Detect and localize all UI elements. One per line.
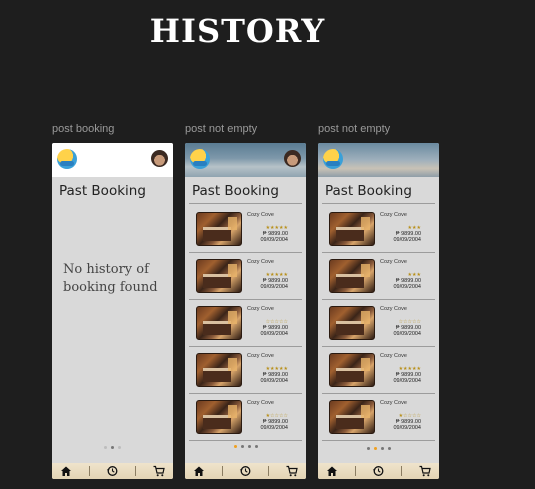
- home-icon[interactable]: [326, 465, 338, 477]
- booking-item[interactable]: Cozy Cove ★★★★★ ₱ 9899.00 09/09/2004: [189, 347, 302, 394]
- phone-screen-empty: Past Booking No history of booking found: [52, 143, 173, 479]
- section-title: Past Booking: [59, 183, 146, 199]
- avatar[interactable]: [284, 150, 301, 167]
- room-thumbnail: [329, 400, 375, 434]
- page-dot[interactable]: [373, 447, 377, 450]
- page-dot[interactable]: [240, 445, 244, 448]
- room-thumbnail: [329, 353, 375, 387]
- cart-icon[interactable]: [419, 465, 431, 477]
- booking-date: 09/09/2004: [393, 425, 421, 431]
- page-indicator: [185, 445, 306, 448]
- history-icon[interactable]: [239, 465, 251, 477]
- page-dot[interactable]: [104, 446, 107, 449]
- booking-date: 09/09/2004: [260, 237, 288, 243]
- page-dot[interactable]: [111, 446, 114, 449]
- booking-name: Cozy Cove: [380, 353, 407, 359]
- frame-label-empty: post booking: [52, 123, 115, 135]
- phone-screen-list-1: Past Booking Cozy Cove ★★★★★ ₱ 9899.00 0…: [185, 143, 306, 479]
- booking-item[interactable]: Cozy Cove ★★★ ₱ 9899.00 09/09/2004: [322, 253, 435, 300]
- booking-date: 09/09/2004: [260, 425, 288, 431]
- section-title: Past Booking: [192, 183, 279, 199]
- booking-name: Cozy Cove: [247, 353, 274, 359]
- booking-name: Cozy Cove: [380, 212, 407, 218]
- booking-list: Cozy Cove ★★★ ₱ 9899.00 09/09/2004 Cozy …: [318, 204, 439, 441]
- booking-date: 09/09/2004: [393, 378, 421, 384]
- page-dot[interactable]: [380, 447, 384, 450]
- nav-divider: [354, 466, 356, 476]
- page-dot[interactable]: [254, 445, 258, 448]
- phone-screen-list-2: Past Booking Cozy Cove ★★★ ₱ 9899.00 09/…: [318, 143, 439, 479]
- booking-date: 09/09/2004: [260, 378, 288, 384]
- nav-divider: [401, 466, 403, 476]
- booking-name: Cozy Cove: [247, 259, 274, 265]
- room-thumbnail: [196, 353, 242, 387]
- bottom-nav: [185, 463, 306, 479]
- history-icon[interactable]: [106, 465, 118, 477]
- booking-list: Cozy Cove ★★★★★ ₱ 9899.00 09/09/2004 Coz…: [185, 204, 306, 441]
- booking-item[interactable]: Cozy Cove ★★★★★ ₱ 9899.00 09/09/2004: [322, 347, 435, 394]
- booking-item[interactable]: Cozy Cove ★★★★★ ₱ 9899.00 09/09/2004: [189, 206, 302, 253]
- bottom-nav: [52, 463, 173, 479]
- empty-message: No history of booking found: [63, 262, 158, 295]
- frame-label-list-2: post not empty: [318, 123, 391, 135]
- booking-item[interactable]: Cozy Cove ☆☆☆☆☆ ₱ 9899.00 09/09/2004: [322, 300, 435, 347]
- booking-item[interactable]: Cozy Cove ★☆☆☆☆ ₱ 9899.00 09/09/2004: [322, 394, 435, 441]
- page-dot[interactable]: [247, 445, 251, 448]
- booking-name: Cozy Cove: [247, 400, 274, 406]
- app-header: [185, 143, 306, 177]
- home-icon[interactable]: [193, 465, 205, 477]
- booking-date: 09/09/2004: [260, 284, 288, 290]
- room-thumbnail: [329, 259, 375, 293]
- booking-name: Cozy Cove: [380, 306, 407, 312]
- cart-icon[interactable]: [286, 465, 298, 477]
- history-icon[interactable]: [372, 465, 384, 477]
- page-indicator: [318, 447, 439, 450]
- app-logo-icon[interactable]: [323, 149, 343, 169]
- page-dot[interactable]: [118, 446, 121, 449]
- booking-date: 09/09/2004: [393, 284, 421, 290]
- nav-divider: [88, 466, 90, 476]
- booking-item[interactable]: Cozy Cove ★★★★★ ₱ 9899.00 09/09/2004: [189, 253, 302, 300]
- page-dot[interactable]: [387, 447, 391, 450]
- booking-name: Cozy Cove: [380, 400, 407, 406]
- room-thumbnail: [329, 212, 375, 246]
- room-thumbnail: [196, 212, 242, 246]
- booking-item[interactable]: Cozy Cove ★★★ ₱ 9899.00 09/09/2004: [322, 206, 435, 253]
- app-logo-icon[interactable]: [190, 149, 210, 169]
- room-thumbnail: [196, 306, 242, 340]
- bottom-nav: [318, 463, 439, 479]
- section-title: Past Booking: [325, 183, 412, 199]
- room-thumbnail: [196, 259, 242, 293]
- room-thumbnail: [196, 400, 242, 434]
- home-icon[interactable]: [60, 465, 72, 477]
- booking-name: Cozy Cove: [380, 259, 407, 265]
- nav-divider: [221, 466, 223, 476]
- avatar[interactable]: [151, 150, 168, 167]
- app-header: [318, 143, 439, 177]
- booking-name: Cozy Cove: [247, 212, 274, 218]
- page-dot[interactable]: [233, 445, 237, 448]
- page-title: HISTORY: [149, 12, 326, 50]
- booking-date: 09/09/2004: [393, 331, 421, 337]
- booking-date: 09/09/2004: [260, 331, 288, 337]
- booking-date: 09/09/2004: [393, 237, 421, 243]
- booking-item[interactable]: Cozy Cove ★☆☆☆☆ ₱ 9899.00 09/09/2004: [189, 394, 302, 441]
- page-indicator: [52, 446, 173, 449]
- page-dot[interactable]: [366, 447, 370, 450]
- booking-item[interactable]: Cozy Cove ☆☆☆☆☆ ₱ 9899.00 09/09/2004: [189, 300, 302, 347]
- app-header: [52, 143, 173, 177]
- room-thumbnail: [329, 306, 375, 340]
- nav-divider: [135, 466, 137, 476]
- cart-icon[interactable]: [153, 465, 165, 477]
- app-logo-icon[interactable]: [57, 149, 77, 169]
- frame-label-list-1: post not empty: [185, 123, 258, 135]
- nav-divider: [268, 466, 270, 476]
- booking-name: Cozy Cove: [247, 306, 274, 312]
